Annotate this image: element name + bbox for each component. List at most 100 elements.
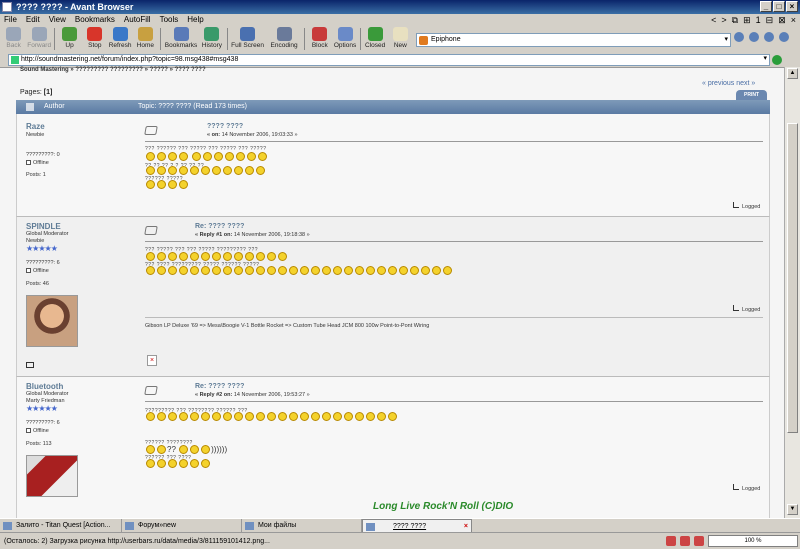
- highlight-icon[interactable]: [749, 32, 759, 42]
- scroll-thumb[interactable]: [787, 123, 798, 433]
- post-author[interactable]: SPINDLE: [26, 222, 61, 231]
- tab-label: Залито - Titan Quest [Action...: [16, 522, 111, 529]
- search-engine-icon[interactable]: [419, 36, 428, 45]
- topic-header: Author Topic: ???? ???? (Read 173 times): [16, 100, 770, 114]
- up-arrow-icon: [62, 27, 78, 41]
- vertical-scrollbar[interactable]: ▲ ▼: [784, 67, 800, 518]
- menu-help[interactable]: Help: [187, 14, 203, 26]
- close-tab-icon[interactable]: ×: [791, 14, 796, 26]
- scroll-up-icon[interactable]: ▲: [787, 68, 798, 79]
- search-go-icon[interactable]: [734, 32, 744, 42]
- status-text: (Осталось: 2) Загрузка рисунка http://us…: [4, 538, 270, 545]
- chevron-down-icon[interactable]: ▾: [724, 34, 728, 46]
- close-button[interactable]: ×: [786, 1, 798, 12]
- encoding-button[interactable]: Encoding: [267, 27, 301, 52]
- divider: [145, 401, 763, 402]
- go-button[interactable]: [772, 54, 796, 66]
- tab-current[interactable]: ???? ???? ×: [362, 519, 472, 533]
- new-button[interactable]: New: [389, 27, 412, 52]
- popup-blocker-icon[interactable]: [666, 536, 676, 546]
- maximize-button[interactable]: □: [773, 1, 785, 12]
- forward-button[interactable]: Forward: [27, 27, 51, 52]
- menu-file[interactable]: File: [4, 14, 17, 26]
- menu-autofill[interactable]: AutoFill: [124, 14, 151, 26]
- encoding-icon: [276, 27, 292, 41]
- toolbar-label: Block: [311, 42, 328, 49]
- logged-icon: [733, 484, 739, 490]
- tab-forum[interactable]: Форум»new: [122, 519, 242, 533]
- prev-next-links[interactable]: « previous next »: [702, 80, 755, 87]
- offline-icon: [26, 160, 31, 166]
- tab-titan-quest[interactable]: Залито - Titan Quest [Action...: [0, 519, 122, 533]
- zoom-level[interactable]: 100 %: [708, 535, 798, 547]
- menu-tools[interactable]: Tools: [160, 14, 179, 26]
- scroll-down-icon[interactable]: ▼: [787, 504, 798, 515]
- tab-my-files[interactable]: Мои файлы: [242, 519, 362, 533]
- menu-edit[interactable]: Edit: [26, 14, 40, 26]
- post-date: « on: 14 November 2006, 19:03:33 »: [207, 132, 298, 138]
- print-button[interactable]: PRINT: [736, 90, 767, 100]
- tab-back-icon[interactable]: <: [711, 14, 716, 26]
- post-author[interactable]: Raze: [26, 122, 45, 131]
- options-button[interactable]: Options: [333, 27, 356, 52]
- full-screen-button[interactable]: Full Screen: [230, 27, 264, 52]
- history-button[interactable]: History: [200, 27, 223, 52]
- stop-button[interactable]: Stop: [83, 27, 106, 52]
- go-icon[interactable]: [772, 55, 782, 65]
- flash-blocker-icon[interactable]: [680, 536, 690, 546]
- toolbar-separator: [304, 28, 306, 50]
- cascade-icon[interactable]: ⧉: [732, 14, 738, 26]
- post-author[interactable]: Bluetooth: [26, 382, 63, 391]
- security-icon[interactable]: [694, 536, 704, 546]
- toolbar-label: New: [393, 42, 407, 49]
- search-input[interactable]: Epiphone ▾: [416, 33, 731, 47]
- back-button[interactable]: Back: [2, 27, 25, 52]
- smiley-row: [145, 459, 211, 469]
- home-icon: [137, 27, 153, 41]
- chevron-down-icon[interactable]: ▾: [763, 54, 767, 64]
- single-icon[interactable]: 1: [756, 14, 761, 26]
- breadcrumb[interactable]: Sound Mastering » ????????? ????????? » …: [20, 67, 206, 73]
- toolbar-label: Full Screen: [231, 42, 265, 49]
- post-stat: ?????????: 6: [26, 260, 60, 266]
- minimize-button[interactable]: _: [760, 1, 772, 12]
- broken-image-icon: ×: [147, 355, 157, 366]
- tools-icon[interactable]: [779, 32, 789, 42]
- menu-bookmarks[interactable]: Bookmarks: [75, 14, 115, 26]
- tab-label: Мои файлы: [258, 522, 297, 529]
- smiley-row: [145, 266, 453, 276]
- tab-forward-icon[interactable]: >: [721, 14, 726, 26]
- address-bar[interactable]: http://soundmastering.net/forum/index.ph…: [8, 54, 770, 66]
- tile-horizontal-icon[interactable]: ⊟: [766, 14, 774, 26]
- search-options-icon[interactable]: [764, 32, 774, 42]
- post-count: Posts: 113: [26, 441, 52, 447]
- refresh-button[interactable]: Refresh: [108, 27, 131, 52]
- stop-icon: [87, 27, 103, 41]
- toolbar-label: Forward: [27, 42, 52, 49]
- closed-button[interactable]: Closed: [364, 27, 387, 52]
- forward-arrow-icon: [31, 27, 47, 41]
- tab-bar: Залито - Titan Quest [Action... Форум»ne…: [0, 518, 800, 533]
- closed-icon: [367, 27, 383, 41]
- tile-vertical-icon[interactable]: ⊠: [778, 14, 786, 26]
- email-icon[interactable]: [26, 362, 34, 368]
- post-date-prefix: « Reply #1 on:: [195, 232, 234, 238]
- pages-label: Pages:: [20, 89, 44, 96]
- block-button[interactable]: Block: [308, 27, 331, 52]
- post-title[interactable]: ???? ????: [207, 123, 243, 130]
- post-title[interactable]: Re: ???? ????: [195, 383, 244, 390]
- signature: Long Live Rock'N Roll (C)DIO: [373, 501, 514, 512]
- online-status: Offline: [26, 160, 49, 166]
- bookmarks-button[interactable]: Bookmarks: [164, 27, 198, 52]
- up-button[interactable]: Up: [58, 27, 81, 52]
- divider: [145, 141, 763, 142]
- online-status-label: Offline: [33, 160, 49, 166]
- smiley-row: ?? )))))): [145, 445, 227, 455]
- home-button[interactable]: Home: [134, 27, 157, 52]
- status-bar: (Осталось: 2) Загрузка рисунка http://us…: [0, 532, 800, 549]
- logged-indicator: Logged: [733, 202, 760, 210]
- tile-icon[interactable]: ⊞: [743, 14, 751, 26]
- page-current[interactable]: [1]: [44, 89, 53, 96]
- post-title[interactable]: Re: ???? ????: [195, 223, 244, 230]
- menu-view[interactable]: View: [49, 14, 66, 26]
